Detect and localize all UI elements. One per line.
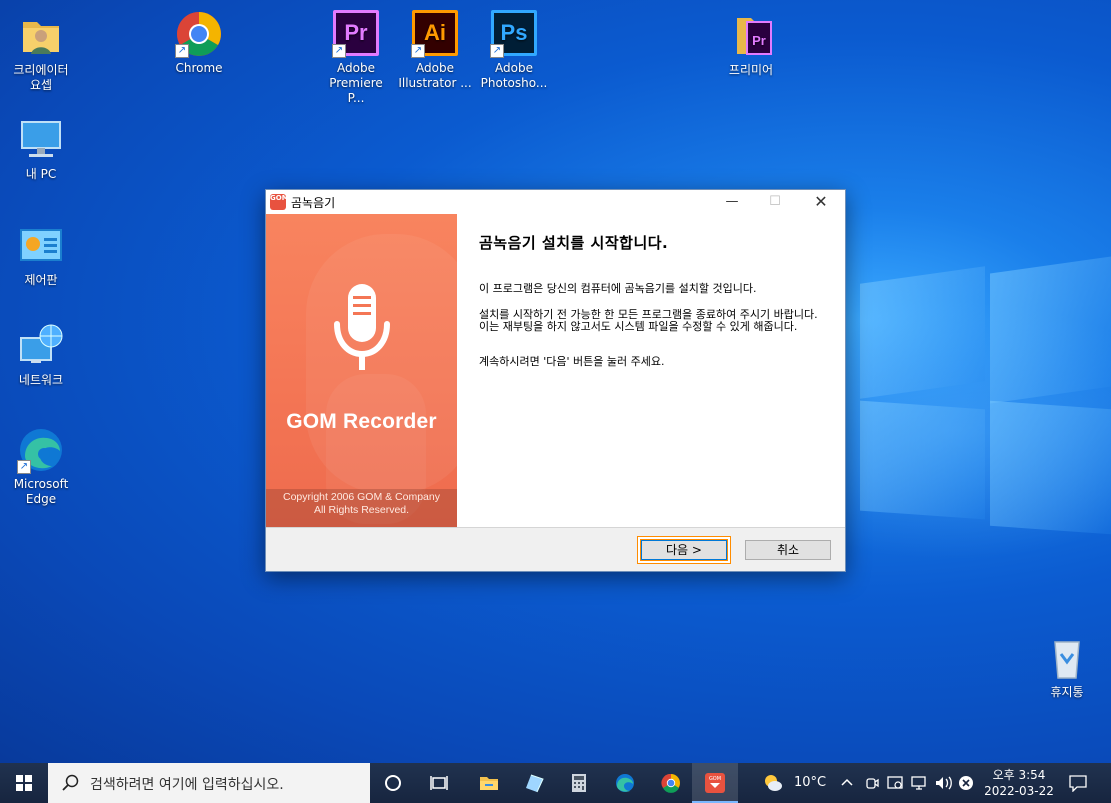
chrome-icon: ↗ — [175, 10, 223, 58]
file-explorer-icon — [480, 777, 498, 790]
notepad-icon — [526, 774, 544, 793]
photoshop-icon: Ps ↗ — [490, 10, 538, 58]
installer-window: GOM 곰녹음기 — ☐ ✕ GOM Recorder Copyright 20… — [265, 189, 846, 572]
notification-center-icon[interactable] — [1068, 774, 1088, 792]
window-title: 곰녹음기 — [291, 196, 336, 210]
taskbar-edge[interactable] — [602, 763, 648, 803]
task-view-cortana-button[interactable] — [370, 763, 416, 803]
wallpaper-logo-pane — [990, 400, 1111, 535]
cortana-circle-icon — [385, 775, 401, 791]
gom-recorder-icon: GOM — [705, 773, 725, 793]
windows-logo-icon — [16, 775, 32, 791]
cancel-button[interactable]: 취소 — [745, 540, 831, 560]
weather-icon — [765, 775, 782, 791]
microphone-icon — [334, 284, 390, 370]
ime-cancel-icon[interactable] — [958, 775, 974, 791]
edge-icon: ↗ — [17, 426, 65, 474]
desktop-icon-recycle-bin[interactable]: 휴지통 — [1030, 634, 1104, 700]
installer-content: 곰녹음기 설치를 시작합니다. 이 프로그램은 당신의 컴퓨터에 곰녹음기를 설… — [457, 214, 845, 527]
desktop-icon-chrome[interactable]: ↗ Chrome — [162, 10, 236, 76]
calculator-icon — [572, 774, 586, 792]
search-icon — [62, 774, 79, 791]
start-button[interactable] — [0, 763, 48, 803]
clock-time[interactable]: 오후 3:54 — [990, 766, 1048, 783]
wallpaper-logo-pane — [990, 256, 1111, 404]
network-icon — [17, 322, 65, 370]
desktop-icon-premiere[interactable]: Pr ↗ Adobe Premiere P... — [319, 10, 393, 106]
intro-text: 이 프로그램은 당신의 컴퓨터에 곰녹음기를 설치할 것입니다. — [479, 282, 757, 295]
control-panel-icon — [17, 222, 65, 270]
premiere-folder-icon: Pr — [727, 12, 775, 60]
task-view-icon — [430, 776, 448, 790]
desktop-icon-premiere-folder[interactable]: Pr 프리미어 — [714, 12, 788, 78]
user-folder-icon — [17, 12, 65, 60]
security-icon[interactable] — [886, 774, 904, 792]
shortcut-arrow-icon: ↗ — [175, 44, 189, 58]
desktop-icon-control-panel[interactable]: 제어판 — [4, 222, 78, 288]
search-placeholder: 검색하려면 여기에 입력하십시오. — [90, 777, 284, 793]
desktop-icon-photoshop[interactable]: Ps ↗ Adobe Photosho... — [477, 10, 551, 91]
taskbar-gom-recorder[interactable]: GOM — [692, 763, 738, 803]
chrome-icon — [661, 773, 680, 793]
taskbar: 검색하려면 여기에 입력하십시오. GOM 10°C 오후 3:54 2022-… — [0, 763, 1111, 803]
shortcut-arrow-icon: ↗ — [332, 44, 346, 58]
desktop-icon-creator-folder[interactable]: 크리에이터 요셉 — [4, 12, 78, 93]
gom-app-icon: GOM — [270, 194, 289, 210]
illustrator-icon: Ai ↗ — [411, 10, 459, 58]
minimize-button[interactable]: — — [709, 190, 755, 214]
svg-text:Pr: Pr — [752, 33, 766, 48]
taskbar-file-explorer[interactable] — [466, 763, 512, 803]
taskbar-app-notes[interactable] — [512, 763, 558, 803]
button-bar: 다음 > 취소 — [266, 527, 845, 571]
taskbar-calculator[interactable] — [556, 763, 602, 803]
page-title: 곰녹음기 설치를 시작합니다. — [479, 234, 669, 252]
taskbar-search-box[interactable]: 검색하려면 여기에 입력하십시오. — [48, 763, 370, 803]
continue-text: 계속하시려면 '다음' 버튼을 눌러 주세요. — [479, 355, 665, 368]
next-button[interactable]: 다음 > — [641, 540, 727, 560]
brand-logo-text: GOM Recorder — [286, 410, 437, 433]
chevron-up-icon[interactable] — [840, 775, 854, 789]
desktop-icon-my-pc[interactable]: 내 PC — [4, 116, 78, 182]
maximize-button[interactable]: ☐ — [752, 190, 798, 214]
task-view-button[interactable] — [416, 763, 462, 803]
desktop-icon-illustrator[interactable]: Ai ↗ Adobe Illustrator ... — [398, 10, 472, 91]
desktop-icon-network[interactable]: 네트워크 — [4, 322, 78, 388]
instruction-text: 설치를 시작하기 전 가능한 한 모든 프로그램을 종료하여 주시기 바랍니다.… — [479, 308, 818, 333]
svg-text:GOM: GOM — [709, 776, 721, 782]
wallpaper-logo-pane — [860, 266, 985, 399]
meet-now-icon[interactable] — [864, 774, 880, 792]
weather-temperature[interactable]: 10°C — [794, 775, 826, 790]
close-button[interactable]: ✕ — [798, 190, 844, 214]
computer-icon — [17, 116, 65, 164]
wallpaper-logo-pane — [860, 400, 985, 520]
volume-icon[interactable] — [934, 774, 954, 792]
shortcut-arrow-icon: ↗ — [490, 44, 504, 58]
taskbar-chrome[interactable] — [648, 763, 694, 803]
recycle-bin-icon — [1043, 634, 1091, 682]
shortcut-arrow-icon: ↗ — [17, 460, 31, 474]
copyright-notice: Copyright 2006 GOM & Company All Rights … — [266, 489, 457, 527]
title-bar[interactable]: GOM 곰녹음기 — ☐ ✕ — [266, 190, 845, 214]
desktop-icon-edge[interactable]: ↗ Microsoft Edge — [4, 426, 78, 507]
clock-date[interactable]: 2022-03-22 — [980, 784, 1058, 798]
network-tray-icon[interactable] — [910, 774, 928, 792]
installer-banner: GOM Recorder Copyright 2006 GOM & Compan… — [266, 214, 457, 527]
shortcut-arrow-icon: ↗ — [411, 44, 425, 58]
edge-icon — [616, 774, 634, 792]
premiere-icon: Pr ↗ — [332, 10, 380, 58]
